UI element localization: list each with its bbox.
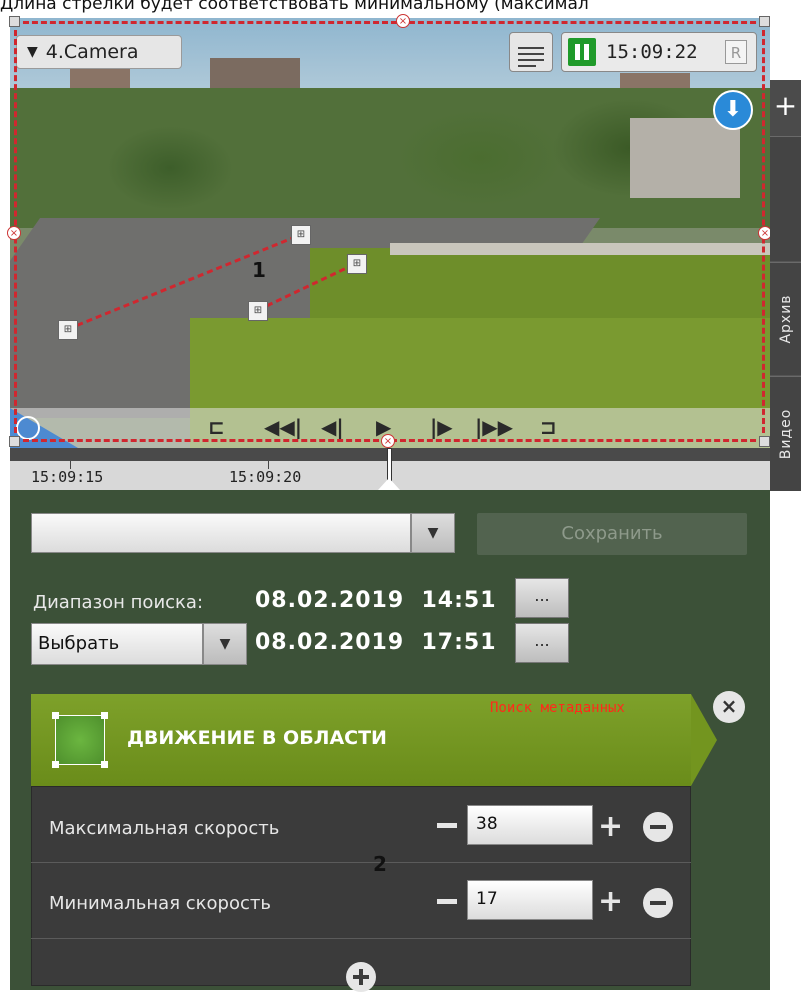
add-param-icon[interactable] bbox=[346, 962, 376, 992]
chevron-down-icon[interactable]: ▼ bbox=[203, 623, 247, 665]
search-range-label: Диапазон поиска: bbox=[33, 592, 204, 613]
arrow-point-icon[interactable]: ⊞ bbox=[347, 254, 367, 274]
min-speed-arrow bbox=[257, 262, 356, 312]
add-tab-icon[interactable]: + bbox=[770, 80, 801, 136]
tab-archive[interactable]: Архив bbox=[770, 262, 801, 375]
increment-icon[interactable]: + bbox=[598, 887, 623, 917]
filter-title: ДВИЖЕНИЕ В ОБЛАСТИ bbox=[127, 727, 387, 749]
empty-tab bbox=[770, 136, 801, 261]
increment-icon[interactable]: + bbox=[598, 812, 623, 842]
range-from-picker-button[interactable]: ... bbox=[515, 578, 569, 618]
min-speed-label: Минимальная скорость bbox=[49, 893, 271, 914]
decrement-icon[interactable] bbox=[437, 899, 457, 904]
tab-video-label: Видео bbox=[777, 408, 794, 460]
tab-archive-label: Архив bbox=[777, 294, 794, 344]
area-zone-icon bbox=[52, 712, 108, 768]
timeline-cursor-tip[interactable] bbox=[378, 478, 400, 490]
range-to-datetime: 08.02.2019 17:51 bbox=[255, 630, 497, 655]
speed-arrows bbox=[67, 233, 356, 331]
max-speed-label: Максимальная скорость bbox=[49, 818, 280, 839]
divider bbox=[31, 938, 691, 939]
arrow-point-icon[interactable]: ⊞ bbox=[291, 225, 311, 245]
marker-2: 2 bbox=[373, 852, 387, 876]
close-icon[interactable]: × bbox=[713, 691, 745, 723]
timeline-label: 15:09:20 bbox=[229, 468, 302, 486]
min-speed-input[interactable]: 17 bbox=[467, 880, 593, 920]
save-button[interactable]: Сохранить bbox=[477, 513, 747, 555]
arrow-point-icon[interactable]: ⊞ bbox=[58, 320, 78, 340]
chevron-down-icon[interactable]: ▼ bbox=[411, 513, 455, 553]
remove-param-icon[interactable] bbox=[643, 812, 673, 842]
marker-1: 1 bbox=[252, 258, 266, 282]
remove-param-icon[interactable] bbox=[643, 888, 673, 918]
tab-video[interactable]: Видео bbox=[770, 376, 801, 491]
arrow-point-icon[interactable]: ⊞ bbox=[248, 301, 268, 321]
saved-query-select[interactable] bbox=[31, 513, 411, 553]
decrement-icon[interactable] bbox=[437, 823, 457, 828]
timeline-label: 15:09:15 bbox=[31, 468, 104, 486]
max-speed-input[interactable]: 38 bbox=[467, 805, 593, 845]
range-from-datetime: 08.02.2019 14:51 bbox=[255, 588, 497, 613]
range-preset-select[interactable]: Выбрать bbox=[31, 623, 203, 665]
metadata-search-tag: Поиск метаданных bbox=[490, 700, 625, 716]
range-to-picker-button[interactable]: ... bbox=[515, 623, 569, 663]
divider bbox=[31, 862, 691, 863]
